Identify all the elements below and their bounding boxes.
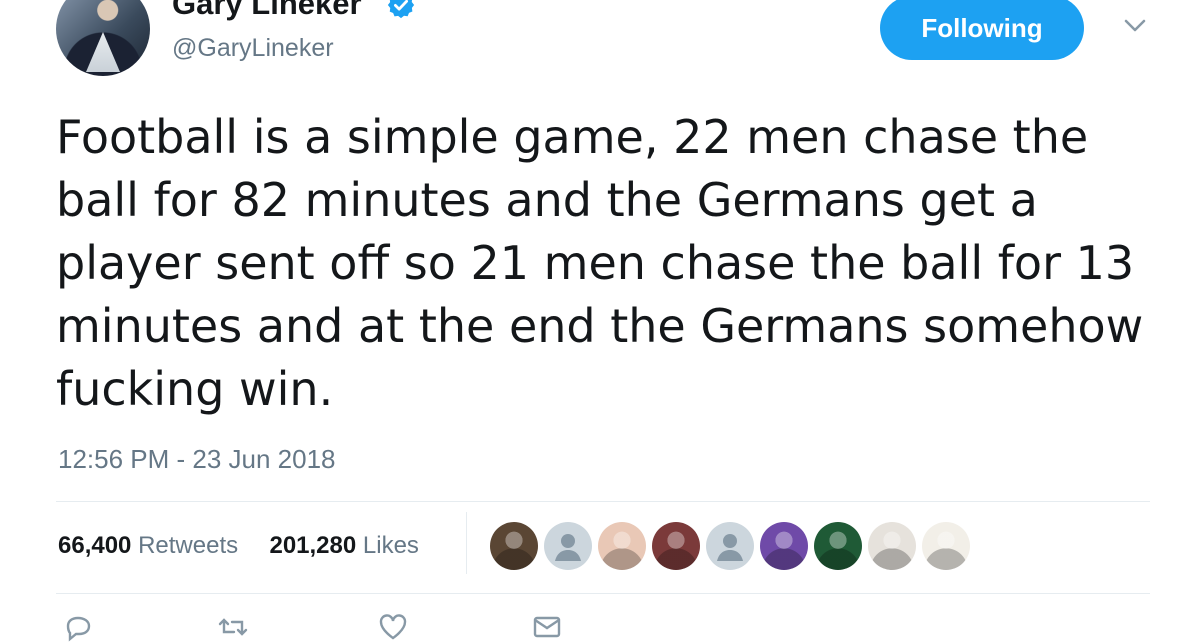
liker-avatar-5[interactable] — [706, 522, 754, 570]
author-avatar[interactable] — [56, 0, 150, 76]
likes-count[interactable]: 201,280 — [269, 532, 356, 559]
tweet-text: Football is a simple game, 22 men chase … — [56, 110, 1144, 416]
default-avatar-icon — [717, 534, 743, 561]
following-button[interactable]: Following — [880, 0, 1084, 60]
author-display-name[interactable]: Gary Lineker — [172, 0, 362, 19]
retweet-icon[interactable] — [218, 612, 248, 642]
reply-icon[interactable] — [64, 612, 94, 642]
retweets-label[interactable]: Retweets — [138, 532, 238, 559]
liker-avatar-6[interactable] — [760, 522, 808, 570]
chevron-down-icon[interactable] — [1124, 18, 1146, 34]
default-avatar-icon — [555, 534, 581, 561]
liker-avatar-1[interactable] — [490, 522, 538, 570]
stats-divider-bottom — [56, 593, 1150, 594]
liker-avatar-3[interactable] — [598, 522, 646, 570]
liker-avatar-4[interactable] — [652, 522, 700, 570]
like-icon[interactable] — [378, 612, 408, 642]
likes-label[interactable]: Likes — [363, 532, 419, 559]
liker-avatar-9[interactable] — [922, 522, 970, 570]
verified-badge-icon — [387, 0, 415, 19]
retweets-count[interactable]: 66,400 — [58, 532, 131, 559]
tweet-timestamp[interactable]: 12:56 PM - 23 Jun 2018 — [58, 444, 336, 475]
message-icon[interactable] — [532, 612, 562, 642]
tweet-stats: 66,400 Retweets 201,280 Likes — [58, 532, 419, 560]
liker-avatar-8[interactable] — [868, 522, 916, 570]
stats-divider-top — [56, 501, 1150, 502]
liker-avatar-2[interactable] — [544, 522, 592, 570]
author-handle[interactable]: @GaryLineker — [172, 36, 334, 61]
stats-vertical-divider — [466, 512, 467, 574]
avatar-figure — [86, 32, 120, 72]
tweet-actions — [56, 612, 756, 642]
liker-avatar-7[interactable] — [814, 522, 862, 570]
